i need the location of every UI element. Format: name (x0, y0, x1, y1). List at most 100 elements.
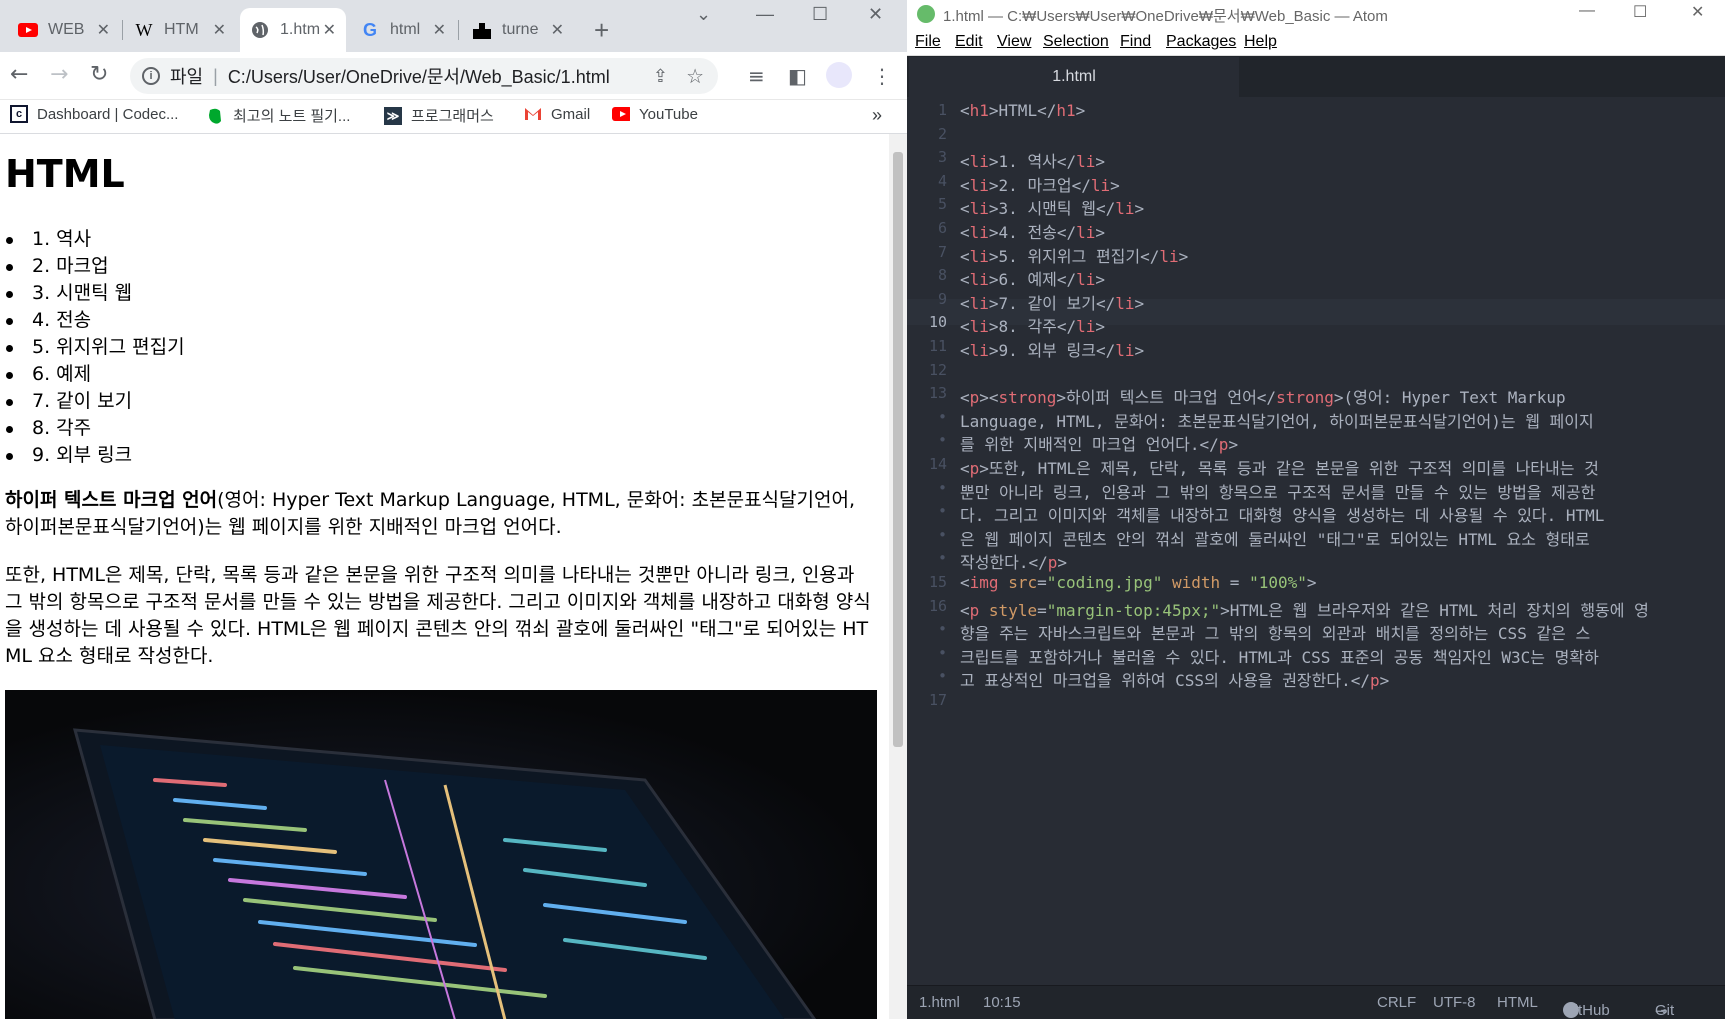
side-panel-icon[interactable]: ◧ (788, 64, 807, 88)
address-bar[interactable]: i 파일 | C:/Users/User/OneDrive/문서/Web_Bas… (130, 58, 718, 94)
share-icon[interactable]: ⇪ (653, 66, 668, 87)
status-cursor[interactable]: 10:15 (983, 994, 1021, 1011)
code-line[interactable]: <li>7. 같이 보기</li> (960, 290, 1144, 314)
line-number: 10 (928, 313, 947, 332)
code-line[interactable]: <h1>HTML</h1> (960, 101, 1085, 120)
reading-list-icon[interactable]: ≡ (748, 64, 765, 88)
tab-search-icon[interactable]: ⌄ (696, 4, 711, 25)
line-number: • (937, 549, 947, 568)
code-line[interactable]: <li>9. 외부 링크</li> (960, 337, 1144, 361)
tab-divider (122, 20, 123, 40)
code-line[interactable]: 향을 주는 자바스크립트와 본문과 그 밖의 항목의 외관과 배치를 정의하는 … (960, 620, 1590, 644)
bookmark-youtube[interactable]: YouTube (612, 105, 698, 123)
code-line[interactable]: <p style="margin-top:45px;">HTML은 웹 브라우저… (960, 597, 1649, 621)
code-line[interactable]: <li>2. 마크업</li> (960, 172, 1120, 196)
menu-packages[interactable]: Packages (1166, 33, 1236, 51)
body-paragraph: 또한, HTML은 제목, 단락, 목록 등과 같은 본문을 위한 구조적 의미… (5, 564, 871, 667)
bookmark-evernote[interactable]: 최고의 노트 필기... (206, 105, 350, 126)
code-line[interactable]: <img src="coding.jpg" width = "100%"> (960, 573, 1317, 592)
menu-icon[interactable]: ⋮ (872, 64, 892, 88)
code-line[interactable]: 를 위한 지배적인 마크업 언어다.</p> (960, 431, 1238, 455)
close-icon[interactable]: ✕ (433, 20, 446, 40)
code-line[interactable]: <li>5. 위지위그 편집기</li> (960, 243, 1188, 267)
bookmark-programmers[interactable]: ≫ 프로그래머스 (384, 105, 494, 126)
close-window-icon[interactable]: ✕ (868, 4, 883, 25)
scrollbar-thumb[interactable] (893, 152, 903, 747)
tab-turnitin[interactable]: turne ✕ (462, 8, 574, 52)
git-label: Git (0) (1655, 1002, 1675, 1019)
chrome-window: WEB ✕ W HTM ✕ 1.htm ✕ G html ✕ turne ✕ +… (0, 0, 907, 1019)
status-grammar[interactable]: HTML (1497, 994, 1538, 1011)
list-item: 7. 같이 보기 (6, 388, 185, 415)
atom-titlebar: 1.html — C:₩Users₩User₩OneDrive₩문서₩Web_B… (907, 0, 1725, 28)
bookmark-codecademy[interactable]: c Dashboard | Codec... (10, 105, 178, 123)
toolbar: ← → ↻ i 파일 | C:/Users/User/OneDrive/문서/W… (0, 52, 907, 100)
editor-tab-1-html[interactable]: 1.html (909, 57, 1239, 97)
bookmark-label: 최고의 노트 필기... (233, 108, 351, 125)
maximize-icon[interactable]: ☐ (812, 4, 828, 25)
minimize-icon[interactable]: — (1579, 2, 1595, 20)
close-icon[interactable]: ✕ (97, 20, 110, 40)
tab-1-html[interactable]: 1.htm ✕ (240, 8, 346, 52)
menu-view[interactable]: View (997, 33, 1031, 51)
code-line[interactable]: 다. 그리고 이미지와 객체를 내장하고 대화형 양식을 생성하는 데 사용될 … (960, 502, 1604, 526)
page-content: HTML 1. 역사 2. 마크업 3. 시맨틱 웹 4. 전송 5. 위지위그… (0, 134, 889, 1019)
tab-title: turne (502, 21, 539, 38)
code-line[interactable]: <p>또한, HTML은 제목, 단락, 목록 등과 같은 본문을 위한 구조적… (960, 455, 1599, 479)
programmers-icon: ≫ (384, 106, 402, 125)
menu-edit[interactable]: Edit (955, 33, 983, 51)
code-line[interactable]: <li>6. 예제</li> (960, 266, 1105, 290)
status-line-ending[interactable]: CRLF (1377, 994, 1416, 1011)
page-scrollbar[interactable] (889, 134, 907, 1019)
star-icon[interactable]: ☆ (686, 64, 704, 89)
code-line[interactable]: 뿐만 아니라 링크, 인용과 그 밖의 항목으로 구조적 문서를 만들 수 있는… (960, 479, 1595, 503)
wikipedia-icon: W (135, 19, 153, 40)
code-editor[interactable]: 1 <h1>HTML</h1> 2 3 <li>1. 역사</li> 4 <li>2. 마크… (907, 97, 1725, 985)
code-line[interactable]: <li>8. 각주</li> (960, 313, 1105, 337)
tab-google[interactable]: G html ✕ (350, 8, 456, 52)
google-icon: G (362, 19, 377, 40)
code-line[interactable]: <li>3. 시맨틱 웹</li> (960, 195, 1144, 219)
close-icon[interactable]: ✕ (323, 20, 336, 40)
line-number: 16 (928, 596, 947, 615)
code-line[interactable]: Language, HTML, 문화어: 초본문표식달기언어, 하이퍼본문표식달… (960, 408, 1594, 432)
code-line[interactable]: 은 웹 페이지 콘텐츠 안의 꺾쇠 괄호에 둘러싸인 "태그"로 되어있는 HT… (960, 526, 1590, 550)
list-item: 8. 각주 (6, 415, 185, 442)
forward-icon[interactable]: → (50, 62, 68, 88)
close-icon[interactable]: ✕ (213, 20, 226, 40)
code-line[interactable]: 작성한다.</p> (960, 549, 1067, 573)
close-window-icon[interactable]: ✕ (1691, 2, 1704, 22)
menu-find[interactable]: Find (1120, 33, 1151, 51)
reload-icon[interactable]: ↻ (90, 62, 108, 88)
line-number: • (937, 667, 947, 686)
line-number: 3 (937, 148, 947, 167)
menu-help[interactable]: Help (1244, 33, 1277, 51)
menu-file[interactable]: File (915, 33, 941, 51)
minimize-icon[interactable]: — (756, 4, 774, 25)
code-line[interactable]: 크립트를 포함하거나 불러올 수 있다. HTML과 CSS 표준의 공동 책임… (960, 644, 1599, 668)
bookmarks-more-button[interactable]: » (872, 105, 882, 126)
new-tab-button[interactable]: + (584, 8, 614, 52)
code-line[interactable]: <p><strong>하이퍼 텍스트 마크업 언어</strong>(영어: H… (960, 384, 1566, 408)
tab-wikipedia[interactable]: W HTM ✕ (124, 8, 236, 52)
code-line[interactable]: <li>1. 역사</li> (960, 148, 1105, 172)
bookmark-label: Dashboard | Codec... (37, 105, 179, 123)
maximize-icon[interactable]: ☐ (1633, 2, 1647, 22)
bookmarks-bar: c Dashboard | Codec... 최고의 노트 필기... ≫ 프로… (0, 100, 907, 134)
status-file[interactable]: 1.html (919, 994, 960, 1011)
tab-title: 1.htm (280, 21, 320, 38)
status-encoding[interactable]: UTF-8 (1433, 994, 1476, 1011)
back-icon[interactable]: ← (10, 62, 28, 88)
code-line[interactable]: <li>4. 전송</li> (960, 219, 1105, 243)
list-item: 1. 역사 (6, 226, 185, 253)
info-icon[interactable]: i (142, 67, 160, 85)
line-number: • (937, 407, 947, 426)
tab-youtube[interactable]: WEB ✕ (8, 8, 120, 52)
menu-selection[interactable]: Selection (1043, 33, 1109, 51)
codecademy-icon: c (10, 105, 28, 123)
profile-avatar[interactable] (826, 62, 852, 88)
code-line[interactable]: 고 표상적인 마크업을 위하여 CSS의 사용을 권장한다.</p> (960, 667, 1389, 691)
close-icon[interactable]: ✕ (551, 20, 564, 40)
tab-title: html (390, 21, 421, 38)
bookmark-gmail[interactable]: Gmail (524, 105, 590, 123)
